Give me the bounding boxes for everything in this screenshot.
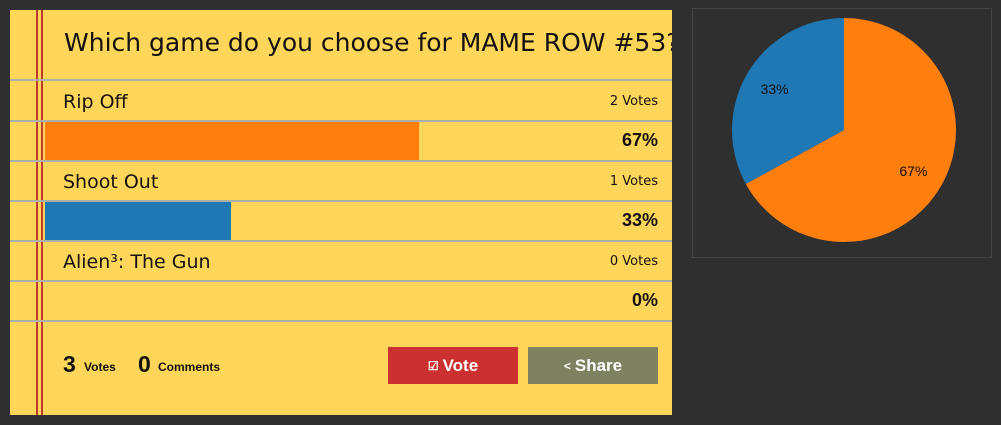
divider (10, 160, 672, 162)
comments-label: Comments (158, 360, 221, 374)
margin-line-left (36, 10, 38, 415)
poll-question: Which game do you choose for MAME ROW #5… (64, 28, 672, 57)
results-pie-chart: 67% 33% (692, 8, 992, 258)
divider (10, 320, 672, 322)
option-percent: 33% (621, 210, 658, 230)
comments-count: 0 (138, 351, 151, 377)
option-label[interactable]: Alien³: The Gun (63, 251, 211, 273)
poll-card: Which game do you choose for MAME ROW #5… (10, 10, 672, 415)
margin-line-right (41, 10, 43, 415)
option-votes: 0 Votes (609, 254, 658, 269)
check-square-icon: ☑ (427, 358, 439, 373)
divider (10, 240, 672, 242)
vote-button-label: Vote (442, 355, 479, 375)
option-label[interactable]: Shoot Out (63, 171, 158, 193)
share-button-label: Share (574, 355, 623, 375)
option-percent: 0% (631, 290, 658, 310)
option-votes: 1 Votes (609, 174, 658, 189)
pie-slice-label: 33% (761, 81, 789, 97)
votes-label: Votes (84, 360, 116, 374)
vote-button[interactable]: ☑ Vote (388, 347, 518, 384)
divider (10, 280, 672, 282)
option-votes: 2 Votes (609, 94, 658, 109)
pie-chart-svg: 67% 33% (732, 18, 956, 242)
pie-slice-label: 67% (899, 163, 927, 179)
option-percent: 67% (621, 130, 658, 150)
divider (10, 79, 672, 81)
votes-count: 3 (63, 351, 76, 377)
option-result-bar (45, 122, 419, 160)
option-label[interactable]: Rip Off (63, 91, 128, 113)
share-button[interactable]: < Share (528, 347, 658, 384)
share-icon: < (563, 358, 571, 373)
option-result-bar (45, 202, 232, 240)
